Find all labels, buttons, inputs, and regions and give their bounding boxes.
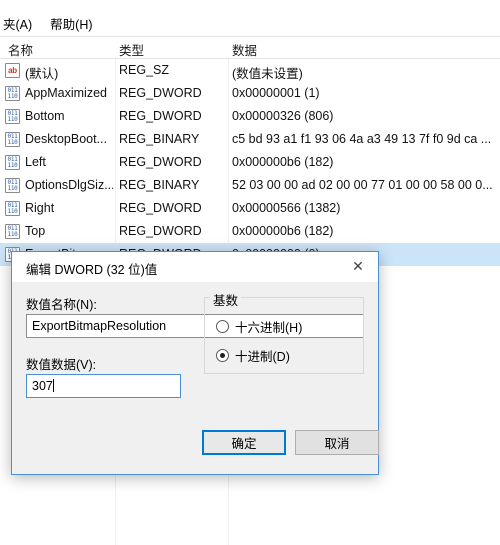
ok-button[interactable]: 确定 [202,430,286,455]
cell-name: (默认) [25,67,59,81]
reg-dword-icon: 011110 [5,109,20,124]
table-row[interactable]: 011 110 Top REG_DWORD 0x000000b6 (182) [0,220,500,243]
table-row[interactable]: 011 110 DesktopBoot... REG_BINARY c5 bd 93 a… [0,128,500,151]
menu-favorites[interactable]: 夹(A) [0,13,35,34]
edit-dword-dialog: 编辑 DWORD (32 位)值 ✕ 数值名称(N): ExportBitmap… [11,251,379,475]
cell-data: 0x00000001 (1) [232,86,320,100]
radio-hexadecimal[interactable]: 十六进制(H) [216,317,302,336]
cell-type: REG_DWORD [119,201,202,215]
cell-type: REG_SZ [119,63,170,77]
radio-decimal[interactable]: 十进制(D) [216,346,290,365]
cell-data: (数值未设置) [232,67,303,81]
value-data-text: 307 [32,379,53,393]
cell-data: 0x000000b6 (182) [232,224,334,238]
reg-binary-icon: 011 110 [5,132,20,147]
column-header-data[interactable]: 数据 [232,40,257,59]
cell-type: REG_BINARY [119,178,200,192]
reg-dword-icon: 011110 [5,201,20,216]
menu-help[interactable]: 帮助(H) [47,13,95,34]
base-group-label: 基数 [210,290,242,309]
cell-name: Bottom [25,109,65,123]
dialog-title: 编辑 DWORD (32 位)值 [26,263,158,277]
reg-dword-icon: 011110 [5,86,20,101]
close-icon[interactable]: ✕ [338,252,378,281]
text-caret [52,379,54,392]
reg-binary-icon: 011 110 [5,178,20,193]
table-row[interactable]: ab (默认) REG_SZ (数值未设置) [0,59,500,82]
cell-name: Left [25,155,46,169]
cell-type: REG_DWORD [119,86,202,100]
radio-decimal-indicator[interactable] [216,349,229,362]
dialog-body: 数值名称(N): ExportBitmapResolution 数值数据(V):… [12,282,379,474]
cell-type: REG_DWORD [119,224,202,238]
value-data-input[interactable]: 307 [26,374,181,398]
reg-sz-icon: ab [5,63,20,78]
value-name-label: 数值名称(N): [26,298,97,312]
list-rows: ab (默认) REG_SZ (数值未设置) 011 110 AppMaximized REG… [0,59,500,266]
cell-data: 52 03 00 00 ad 02 00 00 77 01 00 00 58 0… [232,178,493,192]
list-header: 名称 类型 数据 [0,37,500,59]
menu-bar: 夹(A) 帮助(H) [0,0,500,36]
dialog-title-bar: 编辑 DWORD (32 位)值 ✕ [12,252,378,282]
cell-type: REG_DWORD [119,109,202,123]
cell-type: REG_DWORD [119,155,202,169]
table-row[interactable]: 011 110 Left REG_DWORD 0x000000b6 (182) [0,151,500,174]
cell-data: c5 bd 93 a1 f1 93 06 4a a3 49 13 7f f0 9… [232,132,492,146]
menu-bar-items: 夹(A) 帮助(H) [0,13,96,34]
cell-type: REG_BINARY [119,132,200,146]
cancel-button[interactable]: 取消 [295,430,379,455]
cell-name: OptionsDlgSiz... [25,178,113,192]
radio-decimal-label: 十进制(D) [235,350,290,364]
column-header-name[interactable]: 名称 [8,40,33,59]
table-row[interactable]: 011 110 Bottom REG_DWORD 0x00000326 (806) [0,105,500,128]
table-row[interactable]: 011 110 OptionsDlgSiz... REG_BINARY 52 03 00… [0,174,500,197]
cell-data: 0x00000566 (1382) [232,201,341,215]
column-header-type[interactable]: 类型 [119,40,144,59]
value-data-label: 数值数据(V): [26,358,97,372]
registry-editor-window: 夹(A) 帮助(H) 名称 类型 数据 ab (默认) REG_SZ (数值未设置) 01… [0,0,500,545]
cell-name: DesktopBoot... [25,132,107,146]
table-row[interactable]: 011 110 AppMaximized REG_DWORD 0x00000001 (1… [0,82,500,105]
cell-name: AppMaximized [25,86,107,100]
table-row[interactable]: 011 110 Right REG_DWORD 0x00000566 (1382) [0,197,500,220]
cell-name: Right [25,201,55,215]
radio-hexadecimal-indicator[interactable] [216,320,229,333]
radio-hexadecimal-label: 十六进制(H) [235,321,303,335]
cell-data: 0x00000326 (806) [232,109,334,123]
reg-dword-icon: 011110 [5,224,20,239]
cell-name: Top [25,224,46,238]
cell-data: 0x000000b6 (182) [232,155,334,169]
reg-dword-icon: 011110 [5,155,20,170]
